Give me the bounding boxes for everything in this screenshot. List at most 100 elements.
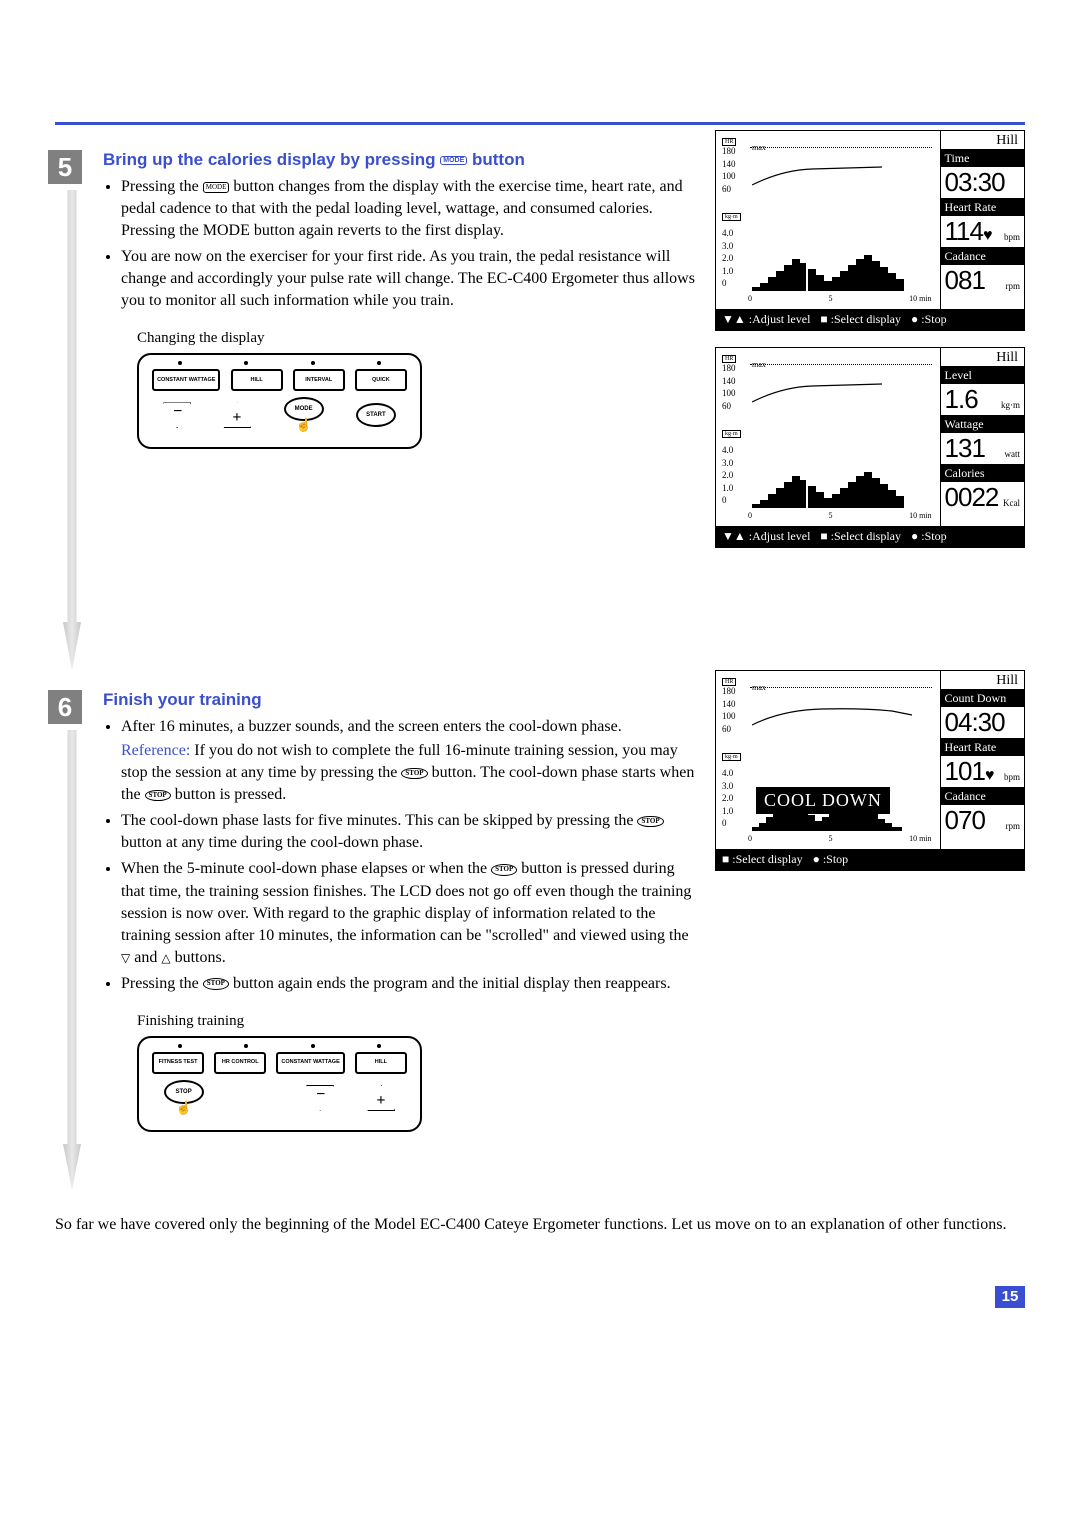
x-unit: min (919, 294, 931, 303)
mode-indicator: Hill (941, 348, 1024, 367)
flow-arrow-icon (63, 190, 81, 670)
fitness-test-button[interactable]: FITNESS TEST (152, 1052, 204, 1074)
footer-item: ■ :Select display (722, 852, 803, 867)
step-6-title: Finish your training (103, 690, 695, 710)
hand-pointer-icon: ☝ (164, 1100, 204, 1116)
bullet: The cool-down phase lasts for five minut… (121, 810, 695, 854)
tick: 140 (722, 158, 736, 171)
metric-value: 131 (945, 433, 985, 464)
metric-label: Heart Rate (941, 739, 1024, 756)
tick: 60 (722, 183, 736, 196)
mode-indicator: Hill (941, 671, 1024, 690)
metric-label: Level (941, 367, 1024, 384)
footer-item: ▼▲ :Adjust level (722, 312, 810, 327)
metric-value: 0022 (945, 482, 999, 513)
metric-unit: rpm (1006, 821, 1021, 831)
metric-label: Time (941, 150, 1024, 167)
hr-curve (752, 165, 922, 187)
metric-value: 081 (945, 265, 985, 296)
stop-icon: STOP (401, 768, 427, 780)
lcd-footer: ■ :Select display ● :Stop (716, 849, 1024, 870)
interval-button[interactable]: INTERVAL (293, 369, 345, 391)
quick-button[interactable]: QUICK (355, 369, 407, 391)
bullet: Pressing the MODE button changes from th… (121, 176, 695, 242)
hr-control-button[interactable]: HR CONTROL (214, 1052, 266, 1074)
down-triangle-icon: ▽ (121, 950, 130, 967)
title-text: Bring up the calories display by pressin… (103, 150, 440, 169)
lcd-footer: ▼▲ :Adjust level ■ :Select display ● :St… (716, 526, 1024, 547)
metric-value: 114 (945, 216, 983, 247)
tick: 5 (829, 294, 833, 303)
title-text: button (467, 150, 525, 169)
tick: 3.0 (722, 240, 733, 253)
bullet: After 16 minutes, a buzzer sounds, and t… (121, 716, 695, 806)
stop-icon: STOP (203, 978, 229, 990)
page-number: 15 (995, 1286, 1025, 1308)
footer-item: ■ :Select display (820, 529, 901, 544)
metric-value: 04:30 (945, 707, 1005, 738)
metric-label: Cadance (941, 248, 1024, 265)
footer-item: ● :Stop (911, 312, 947, 327)
metric-label: Count Down (941, 690, 1024, 707)
hr-curve (752, 705, 922, 727)
step-5-body: Pressing the MODE button changes from th… (103, 176, 695, 312)
metric-value: 1.6 (945, 384, 978, 415)
stop-icon: STOP (491, 864, 517, 876)
metric-unit: bpm (1004, 772, 1020, 782)
panel-caption: Changing the display (137, 330, 695, 347)
step-6-number: 6 (48, 690, 82, 724)
footer-item: ● :Stop (813, 852, 849, 867)
metric-unit: Kcal (1003, 498, 1020, 508)
kgm-label: kg·m (722, 753, 741, 761)
heart-icon: ♥ (985, 767, 994, 785)
mode-icon: MODE (203, 182, 230, 194)
metric-label: Cadance (941, 788, 1024, 805)
footer-item: ● :Stop (911, 529, 947, 544)
cooldown-overlay: COOL DOWN (756, 787, 890, 814)
stop-icon: STOP (145, 790, 171, 802)
heart-icon: ♥ (983, 227, 992, 245)
metric-label: Calories (941, 465, 1024, 482)
tick: 100 (722, 170, 736, 183)
metric-label: Wattage (941, 416, 1024, 433)
flow-arrow-icon (63, 730, 81, 1190)
metric-unit: bpm (1004, 232, 1020, 242)
step-6-body: After 16 minutes, a buzzer sounds, and t… (103, 716, 695, 995)
lcd-footer: ▼▲ :Adjust level ■ :Select display ● :St… (716, 309, 1024, 330)
hill-bars (752, 239, 922, 291)
hill-button[interactable]: HILL (355, 1052, 407, 1074)
footer-item: ■ :Select display (820, 312, 901, 327)
stop-icon: STOP (637, 816, 663, 828)
tick: 10 (909, 294, 917, 303)
hill-bars (752, 456, 922, 508)
lcd-display-3: HR 18014010060 max kg·m 4.03.02.01.00 05… (715, 670, 1025, 871)
step-5-title: Bring up the calories display by pressin… (103, 150, 695, 170)
bullet: Pressing the STOP button again ends the … (121, 973, 695, 995)
up-triangle-icon: △ (161, 950, 170, 967)
tick: 1.0 (722, 265, 733, 278)
mode-icon: MODE (440, 156, 467, 165)
control-panel-changing: CONSTANT WATTAGE HILL INTERVAL QUICK − +… (137, 353, 422, 449)
footer-item: ▼▲ :Adjust level (722, 529, 810, 544)
metric-unit: kg·m (1001, 400, 1020, 410)
tick: 0 (748, 294, 752, 303)
kgm-label: kg·m (722, 430, 741, 438)
metric-label: Heart Rate (941, 199, 1024, 216)
bullet: You are now on the exerciser for your fi… (121, 246, 695, 312)
tick: 180 (722, 145, 736, 158)
constant-wattage-button[interactable]: CONSTANT WATTAGE (152, 369, 220, 391)
tick: 0 (722, 277, 733, 290)
metric-unit: rpm (1006, 281, 1021, 291)
header-rule (55, 122, 1025, 125)
start-button[interactable]: START (356, 403, 396, 427)
step-5-number: 5 (48, 150, 82, 184)
hr-curve (752, 382, 922, 404)
bullet: When the 5-minute cool-down phase elapse… (121, 858, 695, 968)
hill-button[interactable]: HILL (231, 369, 283, 391)
kgm-label: kg·m (722, 213, 741, 221)
constant-wattage-button[interactable]: CONSTANT WATTAGE (276, 1052, 344, 1074)
lcd-display-2: HR 18014010060 max kg·m 4.03.02.01.00 (715, 347, 1025, 548)
metric-value: 03:30 (945, 167, 1005, 198)
metric-unit: watt (1005, 449, 1021, 459)
metric-value: 070 (945, 805, 985, 836)
